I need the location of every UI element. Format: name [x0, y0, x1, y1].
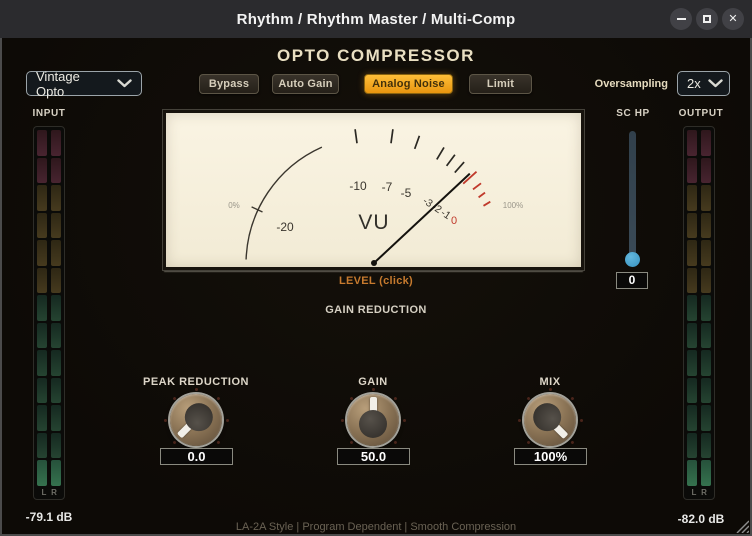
vu-mode-label: GAIN REDUCTION: [2, 304, 750, 316]
peak-reduction-value[interactable]: 0.0: [160, 448, 233, 465]
oversampling-label: Oversampling: [595, 78, 668, 90]
window-title: Rhythm / Rhythm Master / Multi-Comp: [237, 11, 516, 28]
svg-text:-20: -20: [276, 220, 294, 234]
maximize-icon: [703, 15, 711, 23]
svg-text:0: 0: [451, 215, 457, 227]
input-channel-right-label: R: [48, 488, 60, 497]
analog-noise-button-label: Analog Noise: [372, 78, 445, 90]
sidechain-hp-slider-thumb[interactable]: [625, 252, 640, 267]
knob-cap: [359, 410, 387, 438]
input-meter-right-column: [51, 130, 61, 486]
svg-text:-5: -5: [401, 186, 412, 200]
sidechain-hp-value[interactable]: 0: [616, 272, 648, 289]
mix-knob[interactable]: [524, 394, 576, 446]
output-meter-label: OUTPUT: [666, 108, 736, 119]
input-level-meter: L R: [33, 126, 65, 500]
output-channel-right-label: R: [698, 488, 710, 497]
svg-text:-10: -10: [349, 179, 367, 193]
oversampling-value: 2x: [687, 76, 701, 91]
oversampling-dropdown[interactable]: 2x: [677, 71, 730, 96]
svg-text:VU: VU: [358, 211, 389, 234]
sidechain-hp-slider[interactable]: [629, 131, 636, 259]
footer-tagline: LA-2A Style | Program Dependent | Smooth…: [2, 521, 750, 533]
output-meter-right-column: [701, 130, 711, 486]
output-level-meter: L R: [683, 126, 715, 500]
svg-text:0%: 0%: [228, 201, 240, 210]
peak-reduction-knob[interactable]: [170, 394, 222, 446]
svg-text:-7: -7: [382, 180, 393, 194]
chevron-down-icon: [708, 79, 723, 88]
bypass-button-label: Bypass: [209, 78, 249, 90]
sidechain-hp-label: SC HP: [598, 108, 668, 119]
output-meter-left-column: [687, 130, 697, 486]
auto-gain-button-label: Auto Gain: [278, 78, 332, 90]
minimize-button[interactable]: [670, 8, 692, 30]
window-titlebar[interactable]: Rhythm / Rhythm Master / Multi-Comp ✕: [0, 0, 752, 38]
gain-value[interactable]: 50.0: [337, 448, 410, 465]
close-icon: ✕: [728, 14, 737, 25]
vu-meter-face: -20 -10 -7 -5 -3 -2 -1 0 0% 100% VU: [166, 113, 581, 267]
limit-button-label: Limit: [487, 78, 514, 90]
svg-text:100%: 100%: [503, 201, 523, 210]
analog-noise-button[interactable]: Analog Noise: [364, 74, 453, 94]
gain-label: GAIN: [293, 376, 453, 388]
maximize-button[interactable]: [696, 8, 718, 30]
auto-gain-button[interactable]: Auto Gain: [272, 74, 339, 94]
close-button[interactable]: ✕: [722, 8, 744, 30]
plugin-panel: OPTO COMPRESSOR Vintage Opto Bypass Auto…: [0, 38, 752, 536]
minimize-icon: [677, 18, 686, 20]
vu-meter[interactable]: -20 -10 -7 -5 -3 -2 -1 0 0% 100% VU: [163, 110, 584, 270]
page-title: OPTO COMPRESSOR: [2, 46, 750, 66]
input-meter-left-column: [37, 130, 47, 486]
model-select-value: Vintage Opto: [36, 69, 110, 99]
chevron-down-icon: [117, 79, 132, 88]
mix-value[interactable]: 100%: [514, 448, 587, 465]
plugin-window: Rhythm / Rhythm Master / Multi-Comp ✕ OP…: [0, 0, 752, 536]
input-meter-label: INPUT: [14, 108, 84, 119]
resize-handle[interactable]: [734, 518, 749, 533]
bypass-button[interactable]: Bypass: [199, 74, 259, 94]
limit-button[interactable]: Limit: [469, 74, 532, 94]
model-select-dropdown[interactable]: Vintage Opto: [26, 71, 142, 96]
gain-knob[interactable]: [347, 394, 399, 446]
